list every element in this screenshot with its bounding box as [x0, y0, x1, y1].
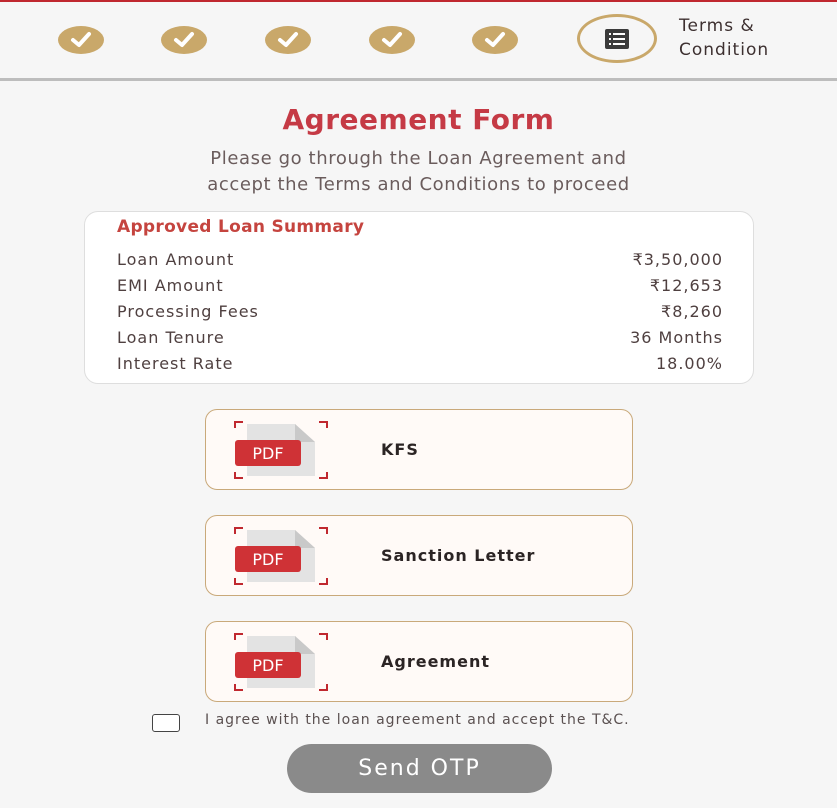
- consent-row: I agree with the loan agreement and acce…: [152, 712, 712, 734]
- agree-checkbox[interactable]: [152, 714, 180, 732]
- document-label: KFS: [381, 440, 419, 459]
- document-card-agreement[interactable]: PDF Agreement: [205, 621, 633, 702]
- step-5-complete: [472, 26, 518, 54]
- summary-title: Approved Loan Summary: [117, 217, 365, 237]
- document-label: Agreement: [381, 652, 490, 671]
- active-step-label-line1: Terms &: [679, 16, 755, 36]
- pdf-badge: PDF: [252, 656, 283, 675]
- document-card-kfs[interactable]: PDF KFS: [205, 409, 633, 490]
- check-icon: [382, 32, 402, 47]
- pdf-icon: PDF: [234, 633, 328, 691]
- agree-text: I agree with the loan agreement and acce…: [205, 712, 630, 728]
- summary-value: ₹12,653: [649, 275, 723, 295]
- summary-row-interest-rate: Interest Rate 18.00%: [117, 350, 723, 376]
- step-3-complete: [265, 26, 311, 54]
- summary-label: Processing Fees: [117, 301, 259, 321]
- check-icon: [278, 32, 298, 47]
- subtitle-line2: accept the Terms and Conditions to proce…: [207, 174, 630, 195]
- active-step-label: Terms & Condition: [679, 14, 819, 62]
- page-subtitle: Please go through the Loan Agreement and…: [140, 146, 697, 198]
- check-icon: [485, 32, 505, 47]
- pdf-badge: PDF: [252, 444, 283, 463]
- pdf-icon: PDF: [234, 527, 328, 585]
- step-6-active: [577, 14, 657, 63]
- check-icon: [174, 32, 194, 47]
- step-4-complete: [369, 26, 415, 54]
- active-step-label-line2: Condition: [679, 40, 770, 60]
- progress-stepper: Terms & Condition: [0, 2, 837, 78]
- page-title: Agreement Form: [282, 103, 555, 136]
- stepper-divider: [0, 78, 837, 81]
- step-2-complete: [161, 26, 207, 54]
- summary-label: Loan Amount: [117, 249, 235, 269]
- document-card-sanction-letter[interactable]: PDF Sanction Letter: [205, 515, 633, 596]
- send-otp-button[interactable]: Send OTP: [287, 744, 552, 793]
- summary-row-processing-fees: Processing Fees ₹8,260: [117, 298, 723, 324]
- check-icon: [71, 32, 91, 47]
- summary-row-loan-tenure: Loan Tenure 36 Months: [117, 324, 723, 350]
- summary-value: ₹3,50,000: [632, 249, 723, 269]
- summary-label: EMI Amount: [117, 275, 224, 295]
- document-label: Sanction Letter: [381, 546, 536, 565]
- subtitle-line1: Please go through the Loan Agreement and: [210, 148, 627, 169]
- summary-row-loan-amount: Loan Amount ₹3,50,000: [117, 246, 723, 272]
- summary-row-emi-amount: EMI Amount ₹12,653: [117, 272, 723, 298]
- list-icon: [605, 28, 629, 49]
- summary-value: 36 Months: [630, 327, 723, 347]
- loan-summary-card: Approved Loan Summary Loan Amount ₹3,50,…: [84, 211, 754, 384]
- pdf-icon: PDF: [234, 421, 328, 479]
- summary-label: Loan Tenure: [117, 327, 225, 347]
- summary-value: ₹8,260: [661, 301, 723, 321]
- pdf-badge: PDF: [252, 550, 283, 569]
- summary-value: 18.00%: [655, 353, 723, 373]
- step-1-complete: [58, 26, 104, 54]
- summary-label: Interest Rate: [117, 353, 234, 373]
